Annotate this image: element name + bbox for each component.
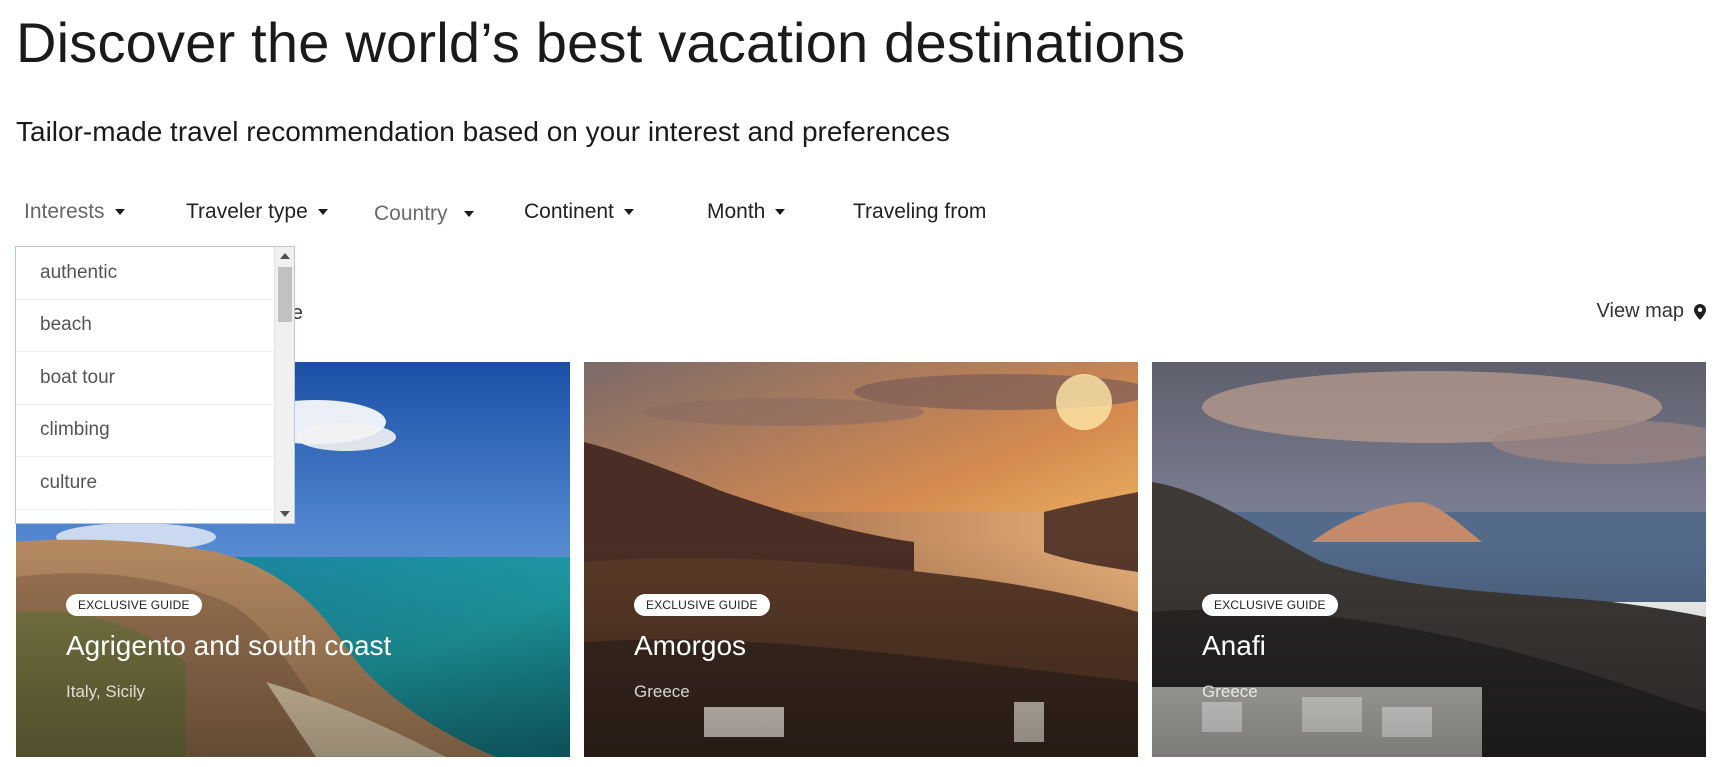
scroll-up-arrow[interactable] [275,247,295,265]
destination-name: Amorgos [634,630,747,661]
interest-option[interactable]: beach [16,300,274,352]
filter-continent[interactable]: Continent [524,200,634,224]
scrollbar-thumb[interactable] [278,267,292,322]
filter-country-label: Country [374,202,448,225]
interests-options-list: authentic beach boat tour climbing cultu… [16,247,274,523]
chevron-down-icon [114,209,125,215]
filter-traveler-type[interactable]: Traveler type [186,200,328,224]
chevron-down-icon [623,209,634,215]
filter-interests-label: Interests [24,200,105,223]
filter-month[interactable]: Month [707,200,786,224]
destination-name: Agrigento and south coast [66,630,392,661]
page-title: Discover the world’s best vacation desti… [16,11,1186,74]
destination-card[interactable]: EXCLUSIVE GUIDE Anafi Greece [1152,362,1706,757]
page-subtitle: Tailor-made travel recommendation based … [16,116,950,147]
chevron-down-icon [463,211,474,217]
exclusive-guide-badge: EXCLUSIVE GUIDE [66,594,202,616]
interest-option[interactable]: culture [16,457,274,510]
scroll-down-arrow[interactable] [275,505,295,523]
chevron-down-icon [317,209,328,215]
filter-traveling-from[interactable]: Traveling from [853,200,986,224]
filter-traveler-type-label: Traveler type [186,200,308,223]
exclusive-guide-badge: EXCLUSIVE GUIDE [634,594,770,616]
view-map-label: View map [1596,300,1684,322]
interest-option[interactable]: climbing [16,405,274,457]
interest-option[interactable]: boat tour [16,352,274,405]
arrow-down-icon [280,511,290,517]
arrow-up-icon [280,253,290,259]
view-map-button[interactable]: View map [1597,300,1706,323]
filter-traveling-from-label: Traveling from [853,200,987,223]
chevron-down-icon [775,209,786,215]
destination-location: Greece [634,682,690,701]
filter-bar: Interests Traveler type Country Continen… [0,200,1100,234]
destination-name: Anafi [1202,630,1266,661]
map-pin-icon [1694,303,1706,320]
destination-card[interactable]: EXCLUSIVE GUIDE Amorgos Greece [584,362,1138,757]
interests-dropdown: authentic beach boat tour climbing cultu… [15,246,295,524]
destination-location: Greece [1202,682,1258,701]
exclusive-guide-badge: EXCLUSIVE GUIDE [1202,594,1338,616]
interest-option[interactable]: authentic [16,247,274,300]
filter-month-label: Month [707,200,766,223]
dropdown-scrollbar[interactable] [274,247,294,523]
filter-country[interactable]: Country [374,202,474,226]
destination-location: Italy, Sicily [66,682,146,701]
filter-interests[interactable]: Interests [24,200,125,224]
filter-continent-label: Continent [524,200,614,223]
